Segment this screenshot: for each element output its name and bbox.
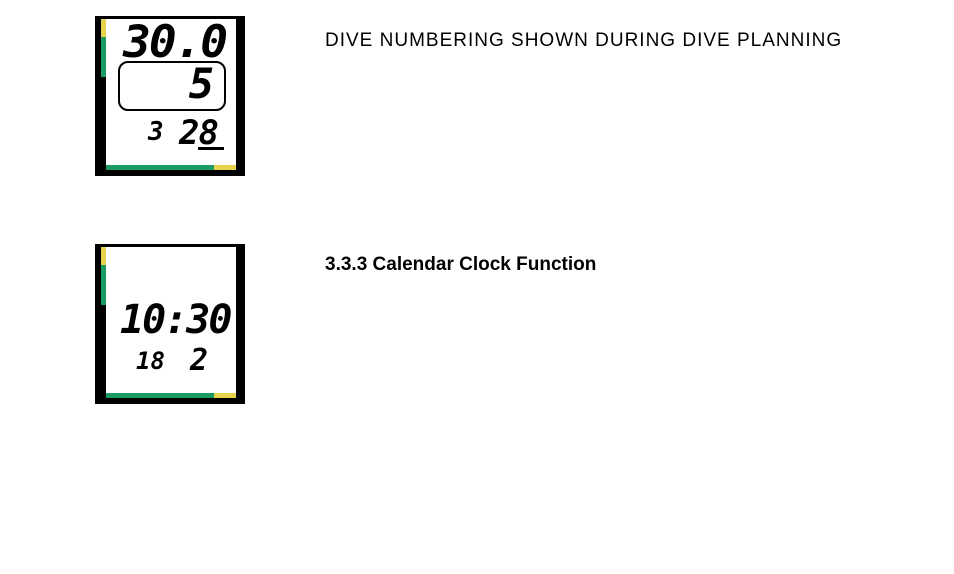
section-dive-numbering: 30.0 5 3 28 DIVE NUMBERING SHOWN DURING …	[95, 16, 845, 176]
section-heading: 3.3.3 Calendar Clock Function	[325, 244, 845, 276]
dive-computer-display-clock: 10:30 18 2	[95, 244, 245, 404]
bottom-left-value: 3	[148, 117, 164, 147]
time-reading: 10:30	[120, 297, 226, 343]
cursor-icon	[198, 147, 224, 150]
bottom-right-value: 2	[190, 343, 208, 378]
figure-caption: DIVE NUMBERING SHOWN DURING DIVE PLANNIN…	[325, 16, 845, 54]
lcd-screen: 30.0 5 3 28	[106, 19, 236, 165]
dive-number-value: 5	[189, 59, 214, 108]
bottom-left-value: 18	[136, 347, 165, 375]
bottom-row: 18 2	[120, 343, 226, 379]
dive-computer-display-plan: 30.0 5 3 28	[95, 16, 245, 176]
dive-number-box: 5	[118, 61, 226, 111]
frame-bottom-accent	[106, 165, 236, 170]
bottom-row: 3 28	[120, 115, 226, 151]
lcd-screen: 10:30 18 2	[106, 247, 236, 393]
frame-bottom-accent	[106, 393, 236, 398]
section-calendar-clock: 10:30 18 2 3.3.3 Calendar Clock Function	[95, 244, 845, 404]
